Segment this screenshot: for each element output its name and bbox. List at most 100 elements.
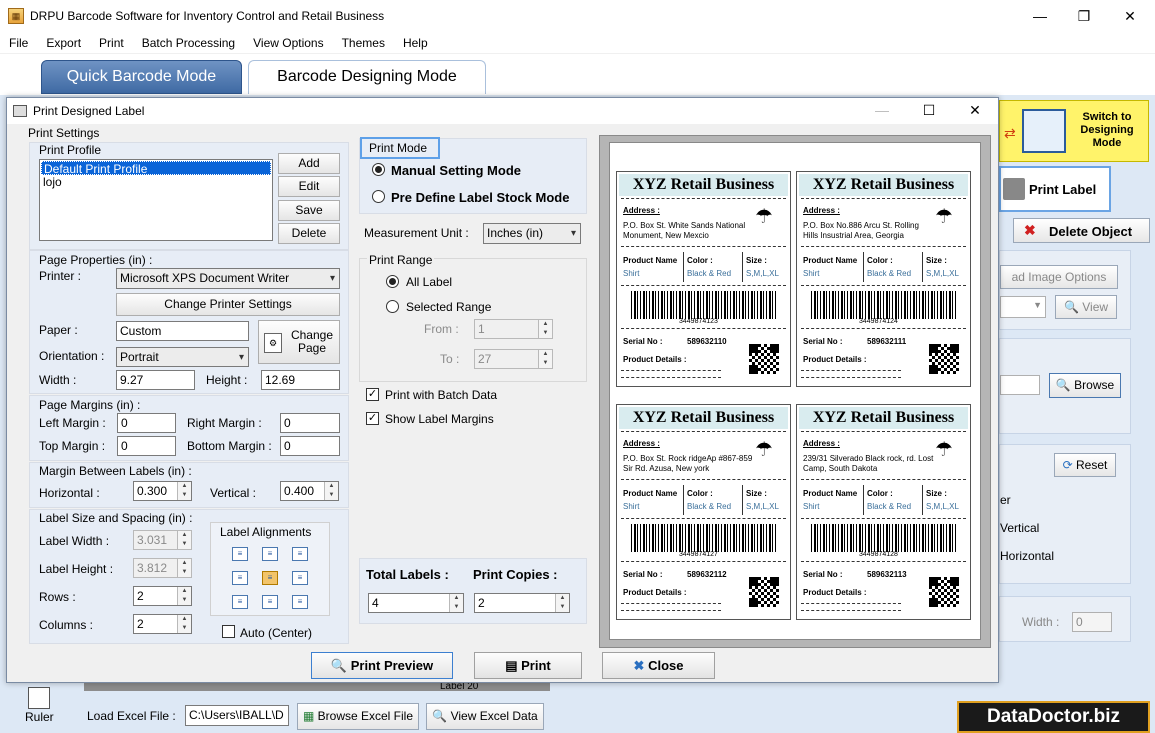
margin-between-label: Margin Between Labels (in) : xyxy=(39,464,192,478)
to-input[interactable]: 27 ▲ ▼ xyxy=(474,349,553,369)
from-input[interactable]: 1 ▲ ▼ xyxy=(474,319,553,339)
all-label-radio[interactable] xyxy=(386,275,399,288)
close-button[interactable]: ✕ xyxy=(1107,0,1153,32)
label-serial-title: Serial No : xyxy=(623,337,663,346)
image-options-button[interactable]: ad Image Options xyxy=(1000,265,1118,289)
from-value: 1 xyxy=(478,322,485,336)
spinner-icon[interactable]: ▲ ▼ xyxy=(538,320,552,338)
measurement-unit-select[interactable]: Inches (in) ▾ xyxy=(483,223,581,244)
align-icon[interactable]: ≡ xyxy=(292,547,308,561)
print-copies-input[interactable]: 2 ▲ ▼ xyxy=(474,593,570,613)
dialog-maximize-button[interactable]: ☐ xyxy=(906,98,952,124)
width-input[interactable]: 9.27 xyxy=(116,370,195,390)
horizontal-spacing-value: 0.300 xyxy=(137,484,168,498)
predefine-mode-radio[interactable] xyxy=(372,190,385,203)
spinner-icon[interactable]: ▲ ▼ xyxy=(538,350,552,368)
menu-themes[interactable]: Themes xyxy=(333,36,394,50)
orientation-select[interactable]: Portrait ▾ xyxy=(116,347,249,367)
change-printer-settings-button[interactable]: Change Printer Settings xyxy=(116,293,340,316)
total-labels-input[interactable]: 4 ▲ ▼ xyxy=(368,593,464,613)
paper-input[interactable]: Custom xyxy=(116,321,249,341)
left-margin-input[interactable]: 0 xyxy=(117,413,176,433)
manual-mode-radio[interactable] xyxy=(372,163,385,176)
spinner-icon[interactable]: ▲ ▼ xyxy=(177,615,191,633)
menu-export[interactable]: Export xyxy=(37,36,90,50)
printer-select[interactable]: Microsoft XPS Document Writer ▾ xyxy=(116,268,340,289)
spinner-icon[interactable]: ▲ ▼ xyxy=(177,482,191,500)
align-icon[interactable]: ≡ xyxy=(262,595,278,609)
delete-profile-button[interactable]: Delete xyxy=(278,223,340,244)
align-icon[interactable]: ≡ xyxy=(262,547,278,561)
columns-input[interactable]: 2 ▲ ▼ xyxy=(133,614,192,634)
label-details-title: Product Details : xyxy=(623,588,687,597)
selected-range-radio[interactable] xyxy=(386,300,399,313)
spinner-icon[interactable]: ▲ ▼ xyxy=(324,482,338,500)
close-dialog-button[interactable]: ✖ Close xyxy=(602,652,715,679)
spinner-icon[interactable]: ▲ ▼ xyxy=(555,594,569,612)
excel-path-input[interactable]: C:\Users\IBALL\D xyxy=(185,705,289,726)
top-margin-input[interactable]: 0 xyxy=(117,436,176,456)
horizontal-spacing-input[interactable]: 0.300 ▲ ▼ xyxy=(133,481,192,501)
menu-view-options[interactable]: View Options xyxy=(244,36,332,50)
auto-center-checkbox[interactable] xyxy=(222,625,235,638)
show-margins-checkbox[interactable]: ✓ xyxy=(366,412,379,425)
label-business-name: XYZ Retail Business xyxy=(799,174,968,196)
menu-help[interactable]: Help xyxy=(394,36,437,50)
minimize-button[interactable]: — xyxy=(1017,0,1063,32)
browse-button[interactable]: 🔍 Browse xyxy=(1049,373,1121,398)
print-batch-checkbox[interactable]: ✓ xyxy=(366,388,379,401)
label-details-title: Product Details : xyxy=(623,355,687,364)
label-width-input[interactable]: 3.031 ▲ ▼ xyxy=(133,530,192,550)
menu-batch-processing[interactable]: Batch Processing xyxy=(133,36,244,50)
reset-button[interactable]: ⟳ Reset xyxy=(1054,453,1116,477)
add-profile-button[interactable]: Add xyxy=(278,153,340,174)
label-address-line1: P.O. Box St. White Sands National xyxy=(623,221,746,230)
dialog-close-button[interactable]: ✕ xyxy=(952,98,998,124)
dialog-minimize-button[interactable]: — xyxy=(859,98,905,124)
align-icon[interactable]: ≡ xyxy=(262,571,278,585)
align-icon[interactable]: ≡ xyxy=(232,571,248,585)
height-input[interactable]: 12.69 xyxy=(261,370,340,390)
image-options-dropdown[interactable]: ▼ xyxy=(1000,296,1046,318)
profile-list[interactable]: Default Print Profile lojo xyxy=(39,159,273,241)
spinner-icon[interactable]: ▲ ▼ xyxy=(449,594,463,612)
bottom-margin-input[interactable]: 0 xyxy=(280,436,340,456)
label-height-input[interactable]: 3.812 ▲ ▼ xyxy=(133,558,192,578)
rows-input[interactable]: 2 ▲ ▼ xyxy=(133,586,192,606)
ruler-icon[interactable] xyxy=(28,687,50,709)
menu-print[interactable]: Print xyxy=(90,36,133,50)
print-label-button[interactable]: Print Label xyxy=(999,166,1111,212)
save-profile-button[interactable]: Save xyxy=(278,200,340,221)
label-height-label: Label Height : xyxy=(39,562,114,576)
browse-excel-button[interactable]: ▦ Browse Excel File xyxy=(297,703,419,730)
print-preview-button[interactable]: 🔍 Print Preview xyxy=(311,652,453,679)
menu-file[interactable]: File xyxy=(0,36,37,50)
spinner-icon[interactable]: ▲ ▼ xyxy=(177,587,191,605)
label-tab[interactable]: Label 20 xyxy=(440,683,510,693)
view-button[interactable]: 🔍 View xyxy=(1055,295,1117,319)
edit-profile-button[interactable]: Edit xyxy=(278,176,340,197)
align-icon[interactable]: ≡ xyxy=(232,547,248,561)
delete-object-button[interactable]: ✖ Delete Object xyxy=(1013,218,1150,243)
bg-width-input[interactable]: 0 xyxy=(1072,612,1112,632)
spinner-icon[interactable]: ▲ ▼ xyxy=(177,531,191,549)
tab-quick-barcode-mode[interactable]: Quick Barcode Mode xyxy=(41,60,242,94)
switch-designing-button[interactable]: ⇄ Switch to Designing Mode xyxy=(999,100,1149,162)
label-barcode-number: 3449874123 xyxy=(679,318,718,325)
print-button[interactable]: ▤ Print xyxy=(474,652,582,679)
print-mode-label: Print Mode xyxy=(360,137,440,159)
image-path-input[interactable] xyxy=(1000,375,1040,395)
align-icon[interactable]: ≡ xyxy=(292,595,308,609)
print-mode-group: Print Mode Manual Setting Mode Pre Defin… xyxy=(359,137,587,214)
maximize-button[interactable]: ❐ xyxy=(1061,0,1107,32)
right-margin-input[interactable]: 0 xyxy=(280,413,340,433)
change-page-button[interactable]: ⚙ Change Page xyxy=(258,320,340,364)
profile-item-lojo[interactable]: lojo xyxy=(43,175,62,189)
profile-item-default[interactable]: Default Print Profile xyxy=(41,161,271,176)
vertical-spacing-input[interactable]: 0.400 ▲ ▼ xyxy=(280,481,339,501)
align-icon[interactable]: ≡ xyxy=(232,595,248,609)
tab-barcode-designing-mode[interactable]: Barcode Designing Mode xyxy=(248,60,486,94)
view-excel-button[interactable]: 🔍 View Excel Data xyxy=(426,703,544,730)
spinner-icon[interactable]: ▲ ▼ xyxy=(177,559,191,577)
align-icon[interactable]: ≡ xyxy=(292,571,308,585)
